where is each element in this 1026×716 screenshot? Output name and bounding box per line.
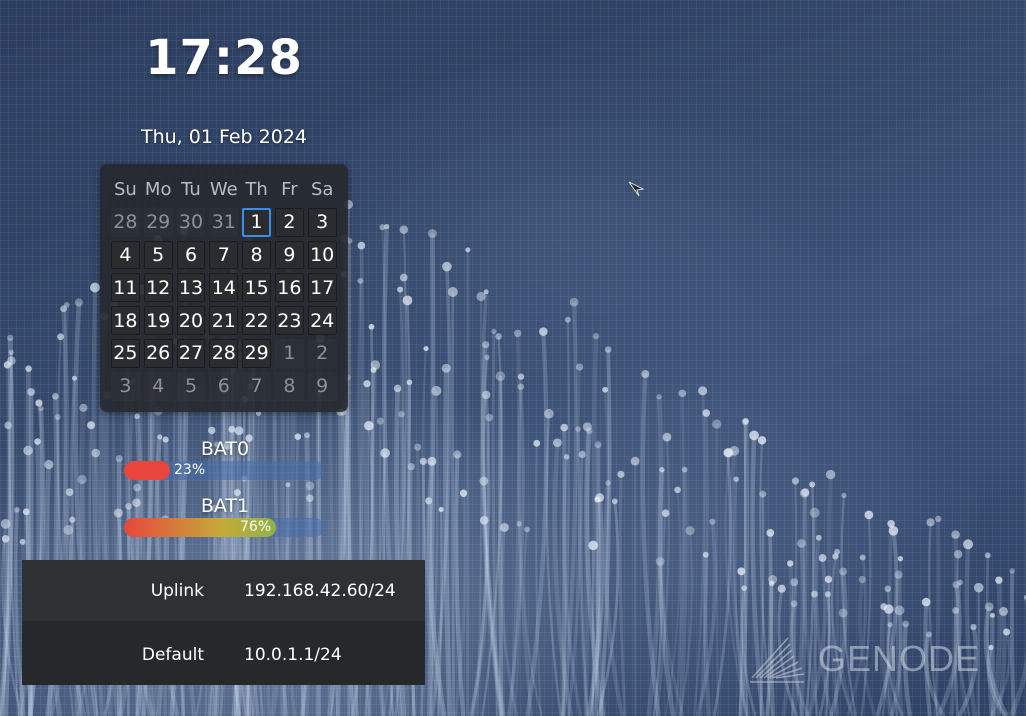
calendar-weekday-header: We: [209, 178, 238, 200]
calendar-day-adjacent-month[interactable]: 8: [275, 372, 304, 401]
date-label: Thu, 01 Feb 2024: [140, 126, 308, 148]
calendar-day[interactable]: 10: [307, 240, 337, 270]
calendar-day[interactable]: 15: [242, 273, 271, 303]
mouse-pointer-icon: [628, 181, 645, 197]
network-label: Default: [141, 644, 204, 665]
calendar-day-today[interactable]: 1: [242, 207, 271, 237]
calendar-day-adjacent-month[interactable]: 9: [308, 372, 337, 401]
calendar-day[interactable]: 28: [209, 338, 239, 368]
battery-percent: 76%: [240, 519, 272, 535]
calendar-day[interactable]: 24: [307, 306, 337, 335]
calendar-day[interactable]: 29: [242, 338, 271, 368]
calendar-day[interactable]: 6: [176, 240, 206, 270]
clock-time: 17:28: [145, 30, 303, 86]
calendar-day-adjacent-month[interactable]: 30: [177, 208, 206, 237]
battery-percent: 23%: [174, 462, 206, 478]
battery-name: BAT0: [200, 438, 250, 460]
calendar-day[interactable]: 17: [307, 273, 337, 303]
calendar-day[interactable]: 7: [209, 240, 239, 270]
calendar-day[interactable]: 11: [111, 273, 140, 303]
calendar-day[interactable]: 23: [274, 306, 304, 335]
battery-name: BAT1: [200, 495, 250, 517]
calendar-weekday-header: Tu: [181, 178, 201, 200]
calendar-day[interactable]: 19: [143, 306, 173, 335]
calendar-day-adjacent-month[interactable]: 4: [144, 372, 173, 401]
network-label: Uplink: [150, 580, 204, 601]
network-row-uplink[interactable]: Uplink 192.168.42.60/24: [22, 560, 425, 621]
calendar-day[interactable]: 22: [242, 306, 271, 335]
genode-logo-text: GENODE: [818, 638, 981, 679]
genode-logo-icon: [750, 637, 805, 683]
calendar-day-adjacent-month[interactable]: 1: [275, 339, 304, 368]
calendar-day[interactable]: 2: [274, 207, 304, 237]
calendar-day[interactable]: 3: [307, 207, 337, 237]
calendar-weekday-header: Sa: [310, 178, 334, 200]
calendar-day[interactable]: 4: [111, 240, 140, 270]
battery-level-bar: 76%: [124, 518, 324, 537]
calendar-day-adjacent-month[interactable]: 28: [111, 208, 140, 237]
calendar-day-adjacent-month[interactable]: 6: [209, 372, 238, 401]
calendar-grid: Su Mo Tu We Th Fr Sa 28 29 30 31 1 2 3 4 5 6 7 8 9 10 11 12 13 1…: [109, 173, 339, 403]
calendar-weekday-header: Th: [245, 178, 268, 200]
network-row-default[interactable]: Default 10.0.1.1/24: [22, 624, 425, 685]
network-panel: Uplink 192.168.42.60/24 Default 10.0.1.1…: [22, 560, 425, 685]
calendar-weekday-header: Su: [113, 178, 137, 200]
calendar-weekday-header: Fr: [281, 178, 298, 200]
network-address: 10.0.1.1/24: [244, 644, 342, 665]
calendar-day[interactable]: 13: [176, 273, 206, 303]
calendar-day-adjacent-month[interactable]: 29: [144, 208, 173, 237]
calendar-day[interactable]: 14: [209, 273, 239, 303]
calendar-day[interactable]: 8: [242, 240, 271, 270]
calendar-day[interactable]: 20: [176, 306, 206, 335]
calendar-day-adjacent-month[interactable]: 3: [111, 372, 140, 401]
calendar-panel: Su Mo Tu We Th Fr Sa 28 29 30 31 1 2 3 4 5 6 7 8 9 10 11 12 13 1…: [100, 164, 348, 412]
calendar-day-adjacent-month[interactable]: 31: [209, 208, 238, 237]
calendar-weekday-header: Mo: [144, 178, 172, 200]
calendar-day-adjacent-month[interactable]: 2: [308, 339, 337, 368]
genode-logo: GENODE: [748, 630, 993, 686]
network-address: 192.168.42.60/24: [244, 580, 396, 601]
calendar-day[interactable]: 9: [274, 240, 304, 270]
calendar-day[interactable]: 18: [111, 306, 140, 335]
calendar-day[interactable]: 26: [143, 338, 173, 368]
calendar-day-adjacent-month[interactable]: 5: [177, 372, 206, 401]
calendar-day[interactable]: 12: [143, 273, 173, 303]
calendar-day[interactable]: 16: [274, 273, 304, 303]
calendar-day[interactable]: 25: [111, 338, 140, 368]
calendar-day[interactable]: 27: [176, 338, 206, 368]
battery-level-fill: [124, 461, 170, 480]
calendar-day[interactable]: 5: [143, 240, 173, 270]
calendar-day[interactable]: 21: [209, 306, 239, 335]
battery-level-bar: 23%: [124, 461, 324, 480]
calendar-day-adjacent-month[interactable]: 7: [242, 372, 271, 401]
